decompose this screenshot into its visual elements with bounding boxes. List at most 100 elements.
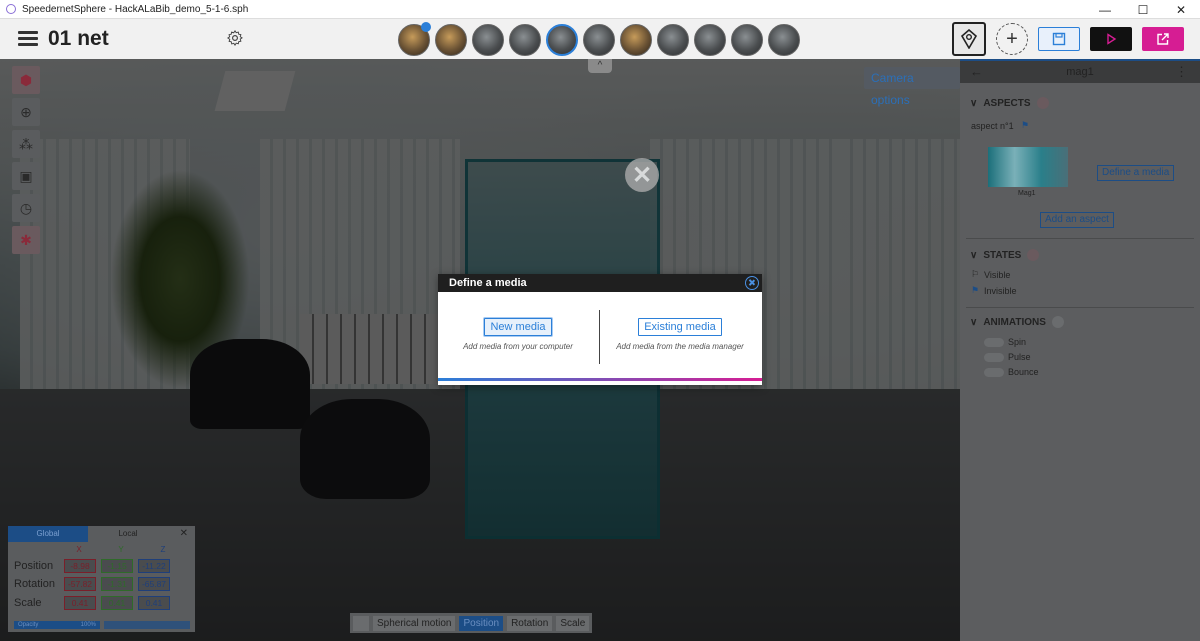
scale-mode-button[interactable]: Scale	[556, 615, 590, 631]
gear-icon[interactable]	[226, 29, 244, 47]
project-title: 01 net	[48, 27, 109, 50]
scene-thumbnail[interactable]	[657, 24, 689, 56]
position-z-input[interactable]: -11.22	[138, 559, 170, 573]
opacity-label: Opacity	[18, 622, 39, 628]
scene-thumbnail-selected[interactable]	[546, 24, 578, 56]
rotation-x-input[interactable]: -57.82	[64, 577, 96, 591]
window-controls: — ☐ ✕	[1086, 0, 1200, 19]
add-hotspot-button[interactable]: +	[996, 23, 1028, 55]
edit-icon[interactable]	[353, 615, 369, 631]
add-tool-button[interactable]: ⊕	[12, 98, 40, 126]
chevron-down-icon: ∨	[970, 97, 978, 109]
close-window-button[interactable]: ✕	[1162, 0, 1200, 19]
dialog-accent-bar	[438, 378, 762, 381]
dialog-separator	[599, 310, 600, 364]
position-y-input[interactable]: -1.15	[101, 559, 133, 573]
position-row: Position -8.98 -1.15 -11.22	[14, 559, 175, 573]
scene-thumbnail[interactable]	[731, 24, 763, 56]
scene-thumbnail[interactable]	[694, 24, 726, 56]
aspect-name: aspect n°1	[971, 121, 1014, 131]
aspects-label: ASPECTS	[983, 97, 1031, 109]
state-visible[interactable]: Visible	[984, 270, 1010, 280]
position-mode-button[interactable]: Position	[459, 615, 504, 631]
existing-media-button[interactable]: Existing media	[638, 318, 722, 336]
scene-thumbnail[interactable]	[583, 24, 615, 56]
close-dialog-icon[interactable]	[745, 276, 759, 290]
states-label: STATES	[983, 249, 1022, 261]
publish-button[interactable]	[1142, 27, 1184, 51]
scene-badge-icon	[421, 22, 431, 32]
close-transform-button[interactable]: ✕	[180, 528, 188, 539]
states-info-icon	[1027, 249, 1040, 261]
add-circle-icon: ⊕	[20, 103, 32, 120]
chevron-down-icon: ∨	[970, 316, 978, 328]
media-caption: Mag1	[1018, 190, 1036, 197]
spin-toggle[interactable]	[984, 338, 1004, 347]
graph-icon: ⁂	[19, 135, 33, 152]
section-divider	[966, 238, 1194, 239]
spherical-motion-button[interactable]: Spherical motion	[373, 615, 456, 631]
camera-options-button[interactable]: Camera options	[864, 67, 960, 107]
close-icon[interactable]: ✕	[625, 158, 659, 192]
dialog-title: Define a media	[449, 277, 527, 289]
scene-thumbnail[interactable]	[398, 22, 431, 56]
scale-label: Scale	[14, 597, 42, 609]
scale-y-input[interactable]: 0.41	[101, 596, 133, 610]
graph-tool-button[interactable]: ⁂	[12, 130, 40, 158]
hotspot-name: mag1	[1066, 66, 1094, 78]
animations-info-icon	[1051, 316, 1064, 328]
scene-thumbnail[interactable]	[472, 24, 504, 56]
media-tool-button[interactable]: ▣	[12, 162, 40, 190]
axis-z-label: Z	[160, 545, 166, 554]
scene-thumbnail[interactable]	[768, 24, 800, 56]
section-divider	[966, 307, 1194, 308]
minimize-button[interactable]: —	[1086, 0, 1124, 19]
menu-icon[interactable]	[18, 31, 38, 46]
secondary-slider[interactable]	[104, 621, 190, 629]
bug-icon: ✱	[20, 231, 32, 248]
opacity-slider[interactable]: Opacity 100%	[14, 621, 100, 629]
preview-button[interactable]	[1090, 27, 1132, 51]
more-options-icon[interactable]: ⋮	[1175, 64, 1188, 80]
scale-x-input[interactable]: 0.41	[64, 596, 96, 610]
new-media-description: Add media from your computer	[463, 342, 573, 351]
aspects-section-header[interactable]: ∨ ASPECTS	[970, 97, 1049, 109]
tab-local[interactable]: Local	[88, 526, 168, 542]
flag-icon: ⚑	[971, 285, 980, 295]
scene-thumbnail[interactable]	[620, 24, 652, 56]
history-tool-button[interactable]: ◷	[12, 194, 40, 222]
new-media-option: New media Add media from your computer	[448, 317, 588, 352]
hotspot-button[interactable]	[952, 22, 986, 56]
scale-z-input[interactable]: 0.41	[138, 596, 170, 610]
add-aspect-button[interactable]: Add an aspect	[1040, 212, 1114, 228]
media-thumbnail[interactable]	[988, 147, 1068, 187]
cube-tool-button[interactable]: ⬢	[12, 66, 40, 94]
rotation-mode-button[interactable]: Rotation	[507, 615, 553, 631]
pulse-toggle[interactable]	[984, 353, 1004, 362]
collapse-thumbnails-button[interactable]: ^	[588, 59, 612, 73]
animations-section-header[interactable]: ∨ ANIMATIONS	[970, 316, 1064, 328]
maximize-button[interactable]: ☐	[1124, 0, 1162, 19]
scale-row: Scale 0.41 0.41 0.41	[14, 596, 175, 610]
scene-thumbnail[interactable]	[509, 24, 541, 56]
state-invisible[interactable]: Invisible	[984, 286, 1017, 296]
position-x-input[interactable]: -8.98	[64, 559, 96, 573]
new-media-button[interactable]: New media	[484, 318, 552, 336]
existing-media-description: Add media from the media manager	[616, 342, 744, 351]
bounce-toggle[interactable]	[984, 368, 1004, 377]
scene-thumbnail[interactable]	[435, 24, 467, 56]
rotation-z-input[interactable]: -65.87	[138, 577, 170, 591]
app-toolbar: 01 net +	[0, 19, 1200, 59]
rotation-y-input[interactable]: -1.31	[101, 577, 133, 591]
define-media-button[interactable]: Define a media	[1097, 165, 1175, 181]
tab-global[interactable]: Global	[8, 526, 88, 542]
left-toolbar: ⬢ ⊕ ⁂ ▣ ◷ ✱	[12, 66, 40, 254]
save-icon	[1052, 32, 1066, 46]
states-section-header[interactable]: ∨ STATES	[970, 249, 1040, 261]
rotation-label: Rotation	[14, 578, 55, 590]
flag-outline-icon: ⚐	[971, 269, 980, 279]
save-button[interactable]	[1038, 27, 1080, 51]
anim-spin-label: Spin	[1008, 337, 1027, 347]
debug-tool-button[interactable]: ✱	[12, 226, 40, 254]
window-title: SpeedernetSphere - HackALaBib_demo_5-1-6…	[22, 3, 249, 15]
